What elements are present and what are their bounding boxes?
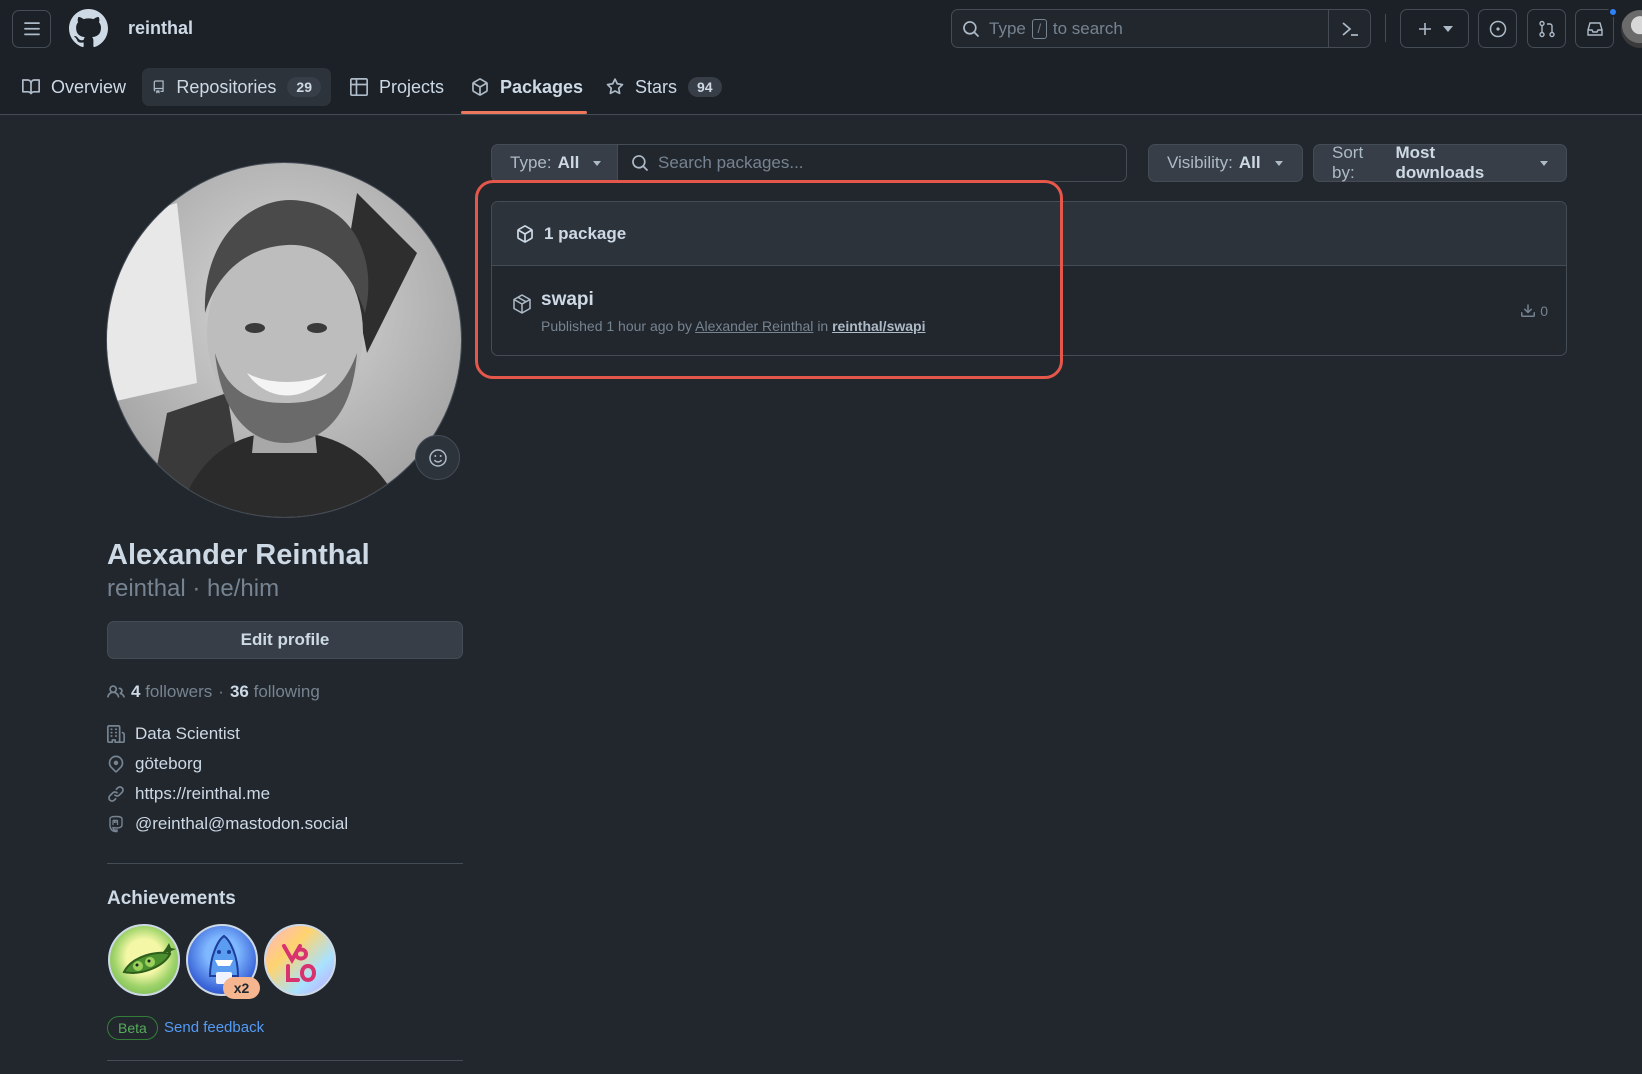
repositories-count: 29 (287, 77, 321, 97)
pull-requests-button[interactable] (1527, 9, 1566, 48)
tab-stars[interactable]: Stars 94 (596, 68, 732, 106)
package-downloads: 0 (1520, 303, 1548, 319)
package-icon (472, 78, 488, 96)
inbox-icon (1586, 21, 1603, 36)
profile-location: göteborg (107, 754, 202, 774)
table-icon (350, 78, 368, 96)
command-palette-button[interactable] (1328, 10, 1370, 47)
type-filter-dropdown[interactable]: Type: All (491, 144, 618, 182)
profile-company: Data Scientist (107, 724, 240, 744)
search-icon (963, 20, 979, 37)
followers-link[interactable]: 4 followers (131, 682, 212, 702)
hamburger-icon (23, 22, 40, 36)
type-filter-label: Type: (510, 153, 552, 172)
search-shortcut-key: / (1031, 18, 1047, 39)
visibility-filter-dropdown[interactable]: Visibility: All (1148, 144, 1303, 182)
git-pull-request-icon (1538, 20, 1555, 37)
downloads-count: 0 (1540, 303, 1548, 319)
achievements-title: Achievements (107, 888, 236, 909)
download-icon (1521, 304, 1536, 317)
issue-opened-icon (1489, 20, 1506, 37)
profile-username-pronouns: reinthal · he/him (107, 575, 280, 602)
achievement-multiplier-badge: x2 (223, 977, 260, 999)
repo-icon (153, 80, 164, 94)
tab-packages[interactable]: Packages (461, 68, 593, 106)
triangle-down-icon (1274, 160, 1283, 166)
stars-count: 94 (688, 77, 722, 97)
global-search-input[interactable]: Type / to search (951, 9, 1371, 48)
mastodon-text: @reinthal@mastodon.social (135, 814, 349, 833)
following-link[interactable]: 36 following (230, 682, 320, 702)
tab-overview[interactable]: Overview (12, 68, 136, 106)
edit-profile-button[interactable]: Edit profile (107, 621, 463, 659)
tab-repositories[interactable]: Repositories 29 (142, 68, 331, 106)
annotation-highlight-box (475, 180, 1063, 379)
header-avatar[interactable] (1621, 10, 1642, 48)
triangle-down-icon (593, 160, 602, 166)
search-icon (632, 155, 648, 171)
tab-label: Repositories (176, 76, 277, 97)
smiley-icon (428, 448, 447, 467)
sort-dropdown[interactable]: Sort by: Most downloads (1313, 143, 1567, 182)
header-username[interactable]: reinthal (128, 18, 193, 39)
notification-dot (1608, 7, 1618, 17)
sort-value: Most downloads (1395, 143, 1485, 182)
tab-label: Packages (500, 76, 584, 97)
followers-count: 4 (131, 682, 141, 701)
tab-label: Stars (635, 76, 678, 97)
book-icon (22, 79, 40, 95)
search-prefix: Type (989, 18, 1026, 38)
location-icon (108, 755, 124, 773)
mastodon-icon (109, 815, 123, 833)
active-tab-underline (461, 111, 587, 114)
organization-icon (107, 725, 125, 743)
achievement-yolo-badge[interactable] (264, 924, 336, 996)
plus-icon (1418, 22, 1431, 35)
send-feedback-link[interactable]: Send feedback (164, 1019, 264, 1036)
beta-label: Beta (107, 1016, 158, 1040)
sort-label: Sort by: (1332, 143, 1364, 182)
visibility-filter-value: All (1238, 153, 1261, 172)
company-text: Data Scientist (135, 724, 240, 743)
website-text: https://reinthal.me (135, 784, 271, 803)
search-packages-placeholder: Search packages... (658, 153, 804, 172)
sidebar-divider-bottom (107, 1060, 463, 1061)
star-icon (606, 78, 624, 95)
following-label: following (253, 682, 320, 701)
terminal-icon (1341, 21, 1358, 36)
github-logo-icon[interactable] (69, 9, 108, 48)
tab-projects[interactable]: Projects (340, 68, 454, 106)
profile-website[interactable]: https://reinthal.me (107, 784, 270, 804)
inbox-button[interactable] (1575, 7, 1618, 48)
header-divider (1385, 14, 1386, 42)
profile-tabs: Overview Repositories 29 Projects Packag… (0, 66, 1642, 115)
follow-stats: 4 followers · 36 following (107, 682, 320, 702)
sidebar-divider (107, 863, 463, 864)
tab-label: Overview (51, 76, 127, 97)
profile-mastodon[interactable]: @reinthal@mastodon.social (107, 814, 348, 834)
profile-full-name: Alexander Reinthal (107, 539, 370, 571)
people-icon (107, 685, 125, 698)
create-new-button[interactable] (1400, 9, 1469, 48)
search-suffix: to search (1052, 18, 1123, 38)
follow-separator: · (218, 682, 224, 701)
following-count: 36 (229, 682, 249, 701)
followers-label: followers (145, 682, 213, 701)
triangle-down-icon (1442, 25, 1453, 32)
global-header: reinthal Type / to search Overview Repos… (0, 0, 1642, 115)
profile-avatar[interactable] (106, 162, 462, 518)
issues-button[interactable] (1478, 9, 1517, 48)
visibility-filter-label: Visibility: (1167, 153, 1233, 172)
tab-label: Projects (379, 76, 445, 97)
link-icon (108, 786, 124, 802)
type-filter-value: All (557, 153, 580, 172)
menu-button[interactable] (12, 10, 51, 48)
search-packages-input[interactable]: Search packages... (617, 144, 1127, 182)
location-text: göteborg (135, 754, 203, 773)
achievement-pair-extraordinaire-badge[interactable] (108, 924, 180, 996)
set-status-button[interactable] (415, 435, 460, 480)
triangle-down-icon (1540, 160, 1548, 166)
